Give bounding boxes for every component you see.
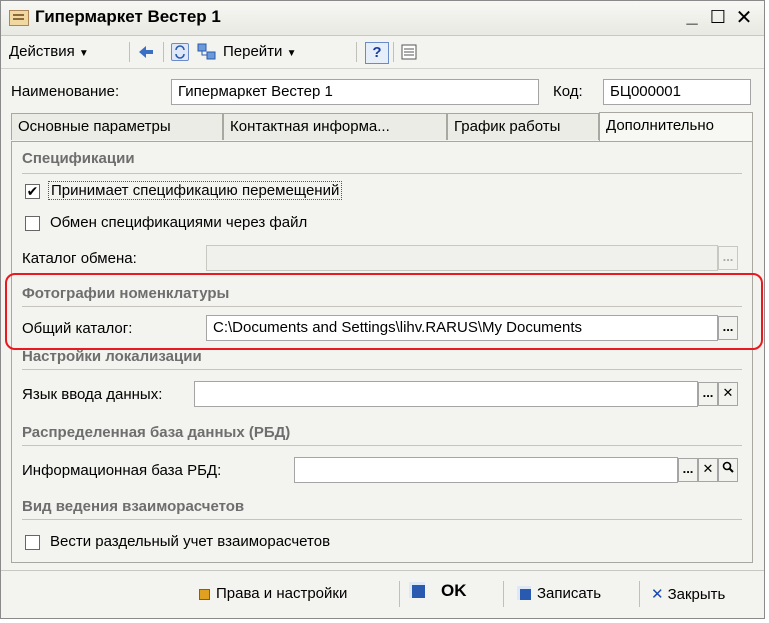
toolbar: Действия ▼ Перейти ▼ ? [1,36,764,69]
localization-group-title: Настройки локализации [22,348,202,365]
rights-settings-label: Права и настройки [216,585,348,602]
close-button[interactable]: ✕ Закрыть [651,585,725,603]
exchange-catalog-select-button[interactable]: ... [718,246,738,270]
footer-separator [503,581,504,607]
save-close-icon [409,582,425,598]
tab-schedule[interactable]: График работы [447,113,599,140]
input-language-label: Язык ввода данных: [22,386,163,403]
separate-settlements-label: Вести раздельный учет взаиморасчетов [50,533,331,550]
tab-panel-additional: Спецификации ✔ Принимает спецификацию пе… [11,141,753,563]
actions-label: Действия [9,43,75,60]
name-label: Наименование: [11,83,120,100]
accept-spec-label: Принимает спецификацию перемещений [48,181,343,200]
divider [22,173,742,174]
divider [22,519,742,520]
save-label: Записать [537,585,602,602]
separate-settlements-checkbox[interactable] [25,535,40,550]
tab-main-params[interactable]: Основные параметры [11,113,223,140]
divider [22,369,742,370]
rbd-base-label: Информационная база РБД: [22,462,222,479]
footer-separator [399,581,400,607]
rights-settings-button[interactable]: Права и настройки [199,585,347,602]
input-language-select-button[interactable]: ... [698,382,718,406]
exchange-catalog-label: Каталог обмена: [22,250,137,267]
actions-menu[interactable]: Действия ▼ [9,41,89,63]
lock-icon [199,588,210,600]
toolbar-separator [163,42,164,62]
exchange-catalog-field[interactable] [206,245,718,271]
name-field[interactable]: Гипермаркет Вестер 1 [171,79,539,105]
magnifier-icon [722,461,734,473]
goto-menu[interactable]: Перейти ▼ [223,41,297,63]
save-button[interactable]: Записать [517,585,601,602]
form-icon [9,10,29,26]
ok-button[interactable]: OK [409,581,467,601]
rbd-group-title: Распределенная база данных (РБД) [22,424,291,441]
back-arrow-icon[interactable] [137,43,155,61]
input-language-field[interactable] [194,381,698,407]
close-x-icon: ✕ [651,586,664,603]
goto-label: Перейти [223,43,283,60]
exchange-file-label: Обмен спецификациями через файл [50,214,308,231]
rbd-base-select-button[interactable]: ... [678,458,698,482]
accept-spec-checkbox[interactable]: ✔ [25,184,40,199]
input-language-clear-button[interactable]: ✕ [718,382,738,406]
code-label: Код: [553,83,583,100]
dropdown-arrow-icon: ▼ [286,48,297,59]
rbd-base-field[interactable] [294,457,678,483]
structure-icon[interactable] [197,43,216,61]
rbd-base-clear-button[interactable]: ✕ [698,458,718,482]
maximize-button[interactable]: ☐ [707,7,729,28]
close-window-button[interactable]: ✕ [733,5,755,30]
footer-separator [639,581,640,607]
tab-contact-info[interactable]: Контактная информа... [223,113,447,140]
exchange-file-checkbox[interactable] [25,216,40,231]
divider [22,445,742,446]
dropdown-arrow-icon: ▼ [78,48,89,59]
specs-group-title: Спецификации [22,150,135,167]
minimize-button[interactable]: _ [681,5,703,28]
settlements-group-title: Вид ведения взаиморасчетов [22,498,245,515]
toolbar-separator [129,42,130,62]
title-bar: Гипермаркет Вестер 1 _ ☐ ✕ [1,1,764,36]
rbd-base-search-button[interactable] [718,458,738,482]
code-field[interactable]: БЦ000001 [603,79,751,105]
floppy-icon [517,586,531,600]
toolbar-separator [393,42,394,62]
highlight-frame [5,273,763,350]
ok-label: OK [441,581,467,600]
refresh-icon[interactable] [171,43,189,61]
close-label: Закрыть [667,586,726,603]
list-icon[interactable] [400,43,418,61]
toolbar-separator [356,42,357,62]
help-button[interactable]: ? [365,42,389,64]
footer-bar: Права и настройки OK Записать ✕ Закрыть [1,570,764,619]
window-title: Гипермаркет Вестер 1 [35,7,221,26]
tab-additional[interactable]: Дополнительно [599,112,753,141]
